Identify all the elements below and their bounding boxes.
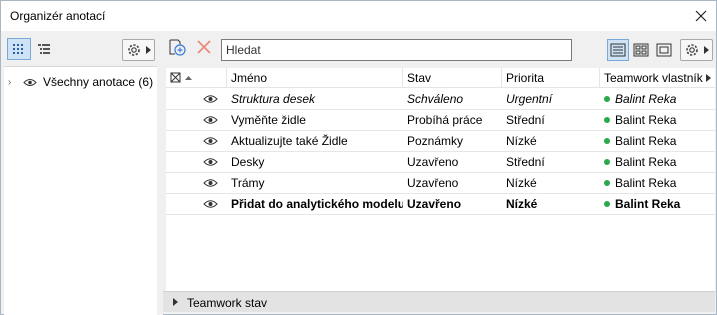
tree-item-all-annotations[interactable]: › Všechny anotace (6) — [8, 73, 153, 91]
delete-annotation-button[interactable] — [194, 37, 216, 59]
cell-owner: Balint Reka — [600, 173, 715, 194]
list-view-button[interactable] — [607, 39, 629, 61]
preview-view-icon — [656, 43, 672, 57]
tree-list-icon — [38, 43, 50, 54]
close-button[interactable] — [690, 5, 712, 27]
owner-name: Balint Reka — [615, 197, 681, 211]
cell-owner: Balint Reka — [600, 110, 715, 131]
owner-name: Balint Reka — [615, 176, 677, 190]
cell-status: Schváleno — [407, 92, 464, 106]
eye-icon[interactable] — [203, 178, 218, 188]
card-view-button[interactable] — [630, 39, 652, 61]
cell-priority: Nízké — [506, 134, 537, 148]
table-row[interactable]: Přidat do analytického modelu Uzavřeno Níz… — [166, 194, 715, 215]
window-title: Organizér anotací — [10, 9, 106, 23]
title-bar: Organizér anotací — [1, 1, 716, 31]
cell-name: Struktura desek — [231, 92, 316, 106]
grid-view-button[interactable] — [7, 38, 31, 60]
cell-priority: Střední — [506, 113, 545, 127]
table-row[interactable]: Struktura desek Schváleno Urgentní Balint R… — [166, 89, 715, 110]
gear-icon — [128, 44, 140, 56]
cell-priority: Urgentní — [506, 92, 553, 106]
owner-name: Balint Reka — [615, 155, 677, 169]
cell-owner: Balint Reka — [600, 194, 715, 215]
cell-owner: Balint Reka — [600, 152, 715, 173]
owner-status-dot — [604, 96, 610, 102]
delete-icon — [197, 40, 211, 54]
annotation-tree: › Všechny anotace (6) — [4, 66, 157, 315]
cell-status: Uzavřeno — [407, 155, 459, 169]
cell-priority: Nízké — [506, 176, 537, 190]
right-settings-dropdown[interactable] — [680, 39, 713, 61]
cell-name: Aktualizujte také Židle — [231, 134, 348, 148]
cell-status: Uzavřeno — [407, 176, 459, 190]
annotation-organizer-window: Organizér anotací › Všechny anotace (6) … — [0, 0, 717, 315]
table-row[interactable]: Desky Uzavřeno Střední Balint Reka — [166, 152, 715, 173]
table-row[interactable]: Trámy Uzavřeno Nízké Balint Reka — [166, 173, 715, 194]
header-priority[interactable]: Priorita — [502, 68, 600, 88]
expand-arrow-icon[interactable] — [173, 298, 178, 306]
sort-annotation-icon — [170, 72, 192, 83]
owner-status-dot — [604, 138, 610, 144]
eye-icon[interactable] — [203, 94, 218, 104]
list-view-icon — [610, 43, 626, 57]
eye-icon[interactable] — [203, 115, 218, 125]
owner-status-dot — [604, 117, 610, 123]
cell-name: Přidat do analytického modelu — [231, 197, 403, 211]
grid-dots-icon — [13, 44, 23, 54]
add-annotation-button[interactable] — [167, 37, 189, 59]
dropdown-arrow-icon — [704, 46, 709, 54]
cell-priority: Nízké — [506, 197, 538, 211]
header-sort-column[interactable] — [166, 68, 199, 88]
owner-status-dot — [604, 159, 610, 165]
eye-icon[interactable] — [203, 136, 218, 146]
header-status[interactable]: Stav — [403, 68, 502, 88]
cell-status: Poznámky — [407, 134, 464, 148]
header-name[interactable]: Jméno — [227, 68, 403, 88]
search-input[interactable] — [221, 39, 572, 61]
teamwork-status-section[interactable]: Teamwork stav — [163, 291, 715, 312]
eye-icon[interactable] — [23, 78, 37, 87]
tree-item-label: Všechny anotace (6) — [43, 75, 154, 89]
header-teamwork-owner[interactable]: Teamwork vlastník — [600, 68, 704, 88]
gear-icon — [686, 44, 698, 56]
cell-priority: Střední — [506, 155, 545, 169]
left-pane: › Všechny anotace (6) — [4, 32, 157, 315]
owner-name: Balint Reka — [615, 113, 677, 127]
left-settings-dropdown[interactable] — [122, 39, 155, 61]
add-annotation-icon — [169, 39, 186, 56]
owner-status-dot — [604, 201, 610, 207]
owner-name: Balint Reka — [615, 134, 677, 148]
header-visibility-column[interactable] — [199, 68, 227, 88]
cell-owner: Balint Reka — [600, 131, 715, 152]
table-row[interactable]: Vyměňte židle Probíhá práce Střední Balint … — [166, 110, 715, 131]
tree-view-button[interactable] — [32, 38, 56, 60]
annotation-table: Jméno Stav Priorita Teamwork vlastník St… — [166, 68, 715, 314]
eye-icon[interactable] — [203, 199, 218, 209]
cell-status: Uzavřeno — [407, 197, 462, 211]
close-icon — [695, 10, 707, 22]
owner-name: Balint Reka — [615, 92, 677, 106]
table-header: Jméno Stav Priorita Teamwork vlastník — [166, 68, 715, 88]
left-toolbar — [4, 32, 157, 65]
eye-icon[interactable] — [203, 157, 218, 167]
dropdown-arrow-icon — [146, 46, 151, 54]
cell-name: Desky — [231, 155, 265, 169]
table-row[interactable]: Aktualizujte také Židle Poznámky Nízké Bali… — [166, 131, 715, 152]
cell-owner: Balint Reka — [600, 89, 715, 110]
owner-status-dot — [604, 180, 610, 186]
right-pane: Jméno Stav Priorita Teamwork vlastník St… — [163, 32, 715, 315]
teamwork-status-label: Teamwork stav — [187, 296, 268, 310]
cell-name: Vyměňte židle — [231, 113, 306, 127]
cell-name: Trámy — [231, 176, 265, 190]
cell-status: Probíhá práce — [407, 113, 483, 127]
chevron-right-icon[interactable]: › — [8, 77, 18, 88]
card-view-icon — [633, 43, 649, 57]
scroll-columns-right-icon[interactable] — [706, 74, 711, 82]
preview-view-button[interactable] — [653, 39, 675, 61]
